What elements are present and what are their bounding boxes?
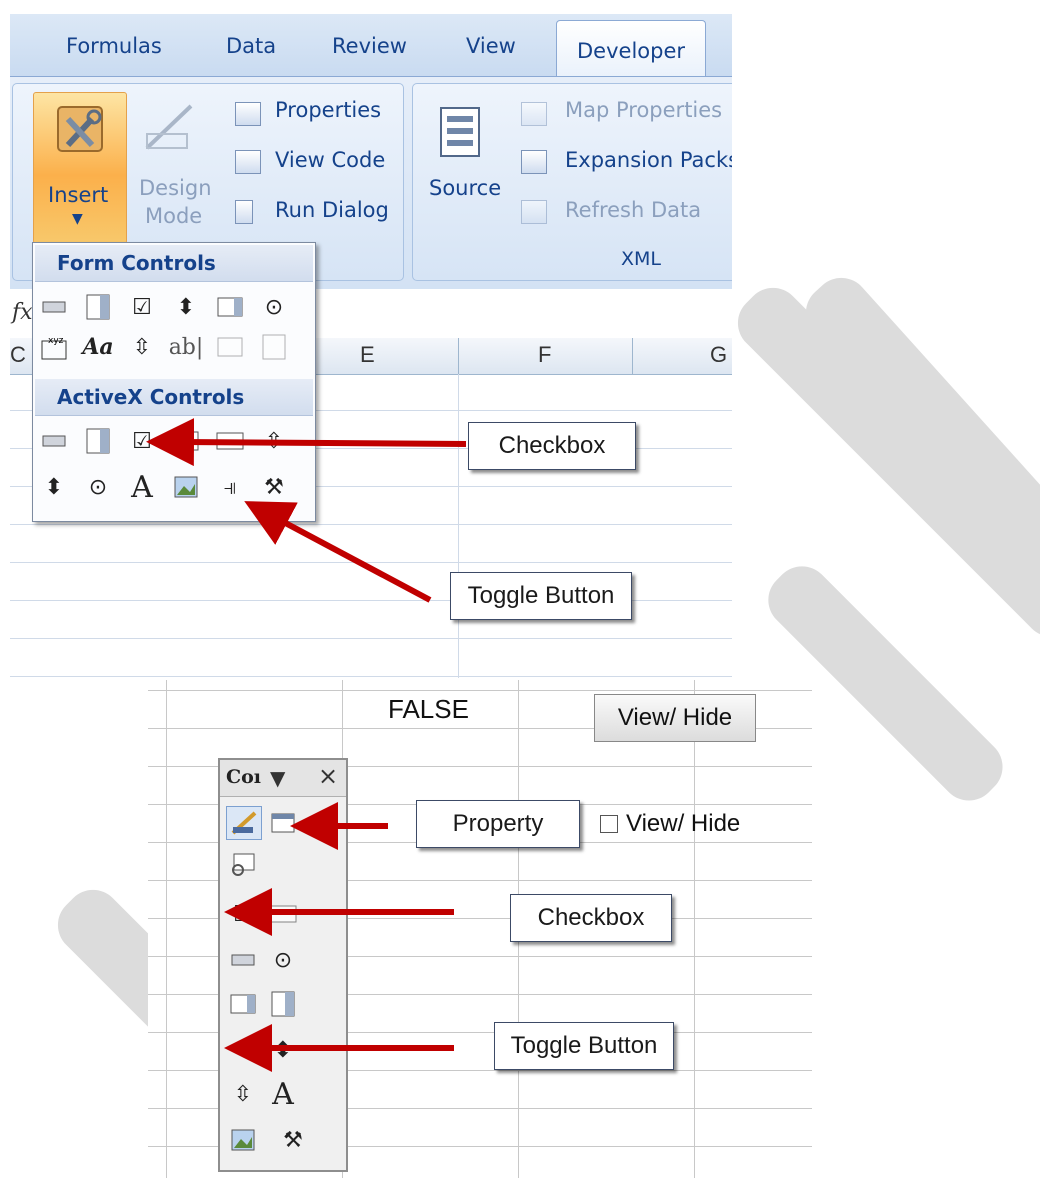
combo-drop-edit-icon [257,331,291,363]
activex-scroll-bar-icon[interactable]: ⇳ [257,425,291,457]
label-control-icon[interactable]: A [266,1077,300,1112]
column-f-header[interactable]: F [538,342,551,368]
map-properties-button[interactable]: Map Properties [565,98,722,122]
tab-view[interactable]: View [466,34,516,58]
command-button-icon[interactable] [226,944,260,976]
view-code-button[interactable]: View Code [275,148,385,172]
callout-checkbox-top: Checkbox [468,422,636,470]
refresh-data-button[interactable]: Refresh Data [565,198,701,222]
toolbox-title-bar[interactable]: Coı ▼ × [220,760,346,797]
option-button-icon[interactable]: ⊙ [257,291,291,323]
activex-spin-button-icon[interactable]: ⬍ [37,471,71,503]
toolbox-icon [57,106,103,152]
insert-controls-dropdown: Form Controls ☑ ⬍ ⊙ xyz Aa ⇳ ab| ActiveX… [32,242,316,522]
source-icon [440,107,480,157]
activex-combo-box-icon[interactable] [81,425,115,457]
view-code-icon [235,150,261,174]
xml-group: Source Map Properties Expansion Packs Re… [412,83,732,281]
toolbox-title: Coı [226,766,262,788]
map-properties-icon [521,102,547,126]
refresh-data-icon [521,200,547,224]
view-code-icon[interactable] [226,848,260,880]
button-control-icon[interactable] [37,291,71,323]
design-mode-icon[interactable] [226,806,262,840]
chevron-down-icon: ▼ [72,211,83,227]
xml-group-label: XML [621,248,661,270]
combo-list-edit-icon [213,331,247,363]
design-mode-line1: Design [139,176,212,200]
activex-text-box-icon[interactable] [213,425,247,457]
view-hide-checkbox[interactable]: View/ Hide [600,810,740,838]
fx-icon: fx [12,300,33,325]
form-controls-heading: Form Controls [35,245,313,282]
control-toolbox: Coı ▼ × ☑ ⊙ ⫣ ⬍ ⇳ A ⚒ [218,758,348,1172]
activex-image-icon[interactable] [169,471,203,503]
callout-checkbox-bottom: Checkbox [510,894,672,942]
activex-option-button-icon[interactable]: ⊙ [81,471,115,503]
expansion-packs-icon [521,150,547,174]
activex-label-icon[interactable]: A [125,470,159,505]
properties-icon[interactable] [266,806,300,838]
text-field-icon[interactable]: ab| [169,331,204,363]
more-controls-icon[interactable]: ⚒ [257,471,291,503]
tab-developer[interactable]: Developer [556,20,706,79]
checkbox-control-icon[interactable]: ☑ [125,291,159,323]
column-e-header[interactable]: E [360,342,375,368]
ribbon-tab-row: Formulas Data Review View Developer [10,14,732,79]
tab-data[interactable]: Data [226,34,276,58]
checkbox-box[interactable] [600,815,618,833]
expansion-packs-button[interactable]: Expansion Packs [565,148,732,172]
text-box-icon[interactable] [266,898,300,930]
image-control-icon[interactable] [226,1124,260,1156]
combo-box-icon[interactable] [81,291,115,323]
spin-button-icon[interactable]: ⬍ [266,1034,300,1066]
properties-icon [235,102,261,126]
spin-button-icon[interactable]: ⬍ [169,291,203,323]
insert-label: Insert [48,183,109,207]
column-separator [458,338,459,374]
toggle-button-icon[interactable]: ⫣ [226,1034,260,1066]
option-button-icon[interactable]: ⊙ [266,944,300,976]
combo-box-icon[interactable] [266,988,300,1020]
more-controls-icon[interactable]: ⚒ [276,1124,310,1156]
label-control-icon[interactable]: Aa [81,331,115,363]
design-mode-line2: Mode [145,204,203,228]
tab-review[interactable]: Review [332,34,407,58]
group-box-icon[interactable]: xyz [37,331,71,363]
insert-button[interactable]: Insert ▼ [33,92,127,244]
view-hide-button[interactable]: View/ Hide [594,694,756,742]
checkbox-control-icon[interactable]: ☑ [226,898,260,930]
run-dialog-icon [235,200,253,224]
activex-toggle-button-icon[interactable]: ⫣ [213,471,247,503]
svg-text:xyz: xyz [48,336,64,346]
callout-toggle-button-bottom: Toggle Button [494,1022,674,1070]
activex-checkbox-icon[interactable]: ☑ [125,425,159,457]
scroll-bar-icon[interactable]: ⇳ [226,1078,260,1110]
view-hide-checkbox-label: View/ Hide [626,810,741,837]
activex-controls-heading: ActiveX Controls [35,379,313,416]
design-mode-icon [145,104,193,150]
list-box-icon[interactable] [213,291,247,323]
tab-formulas[interactable]: Formulas [66,34,162,58]
list-box-icon[interactable] [226,988,260,1020]
column-g-header[interactable]: G [710,342,727,368]
column-separator [632,338,633,374]
excel-ribbon-screenshot: Formulas Data Review View Developer Inse… [10,14,732,678]
callout-property: Property [416,800,580,848]
run-dialog-button[interactable]: Run Dialog [275,198,389,222]
scroll-bar-icon[interactable]: ⇳ [125,331,159,363]
source-button[interactable]: Source [429,176,501,200]
worksheet-with-control-toolbox: FALSE View/ Hide View/ Hide Coı ▼ × ☑ ⊙ … [148,680,812,1178]
properties-button[interactable]: Properties [275,98,381,122]
callout-toggle-button-top: Toggle Button [450,572,632,620]
toolbox-dropdown-icon[interactable]: ▼ [270,766,285,790]
column-c-header[interactable]: C [10,342,26,368]
arrow-to-toggle-button [244,501,432,603]
false-cell-value: FALSE [388,694,469,724]
command-button-icon[interactable] [37,425,71,457]
close-icon[interactable]: × [318,762,338,790]
activex-list-box-icon[interactable] [169,425,203,457]
